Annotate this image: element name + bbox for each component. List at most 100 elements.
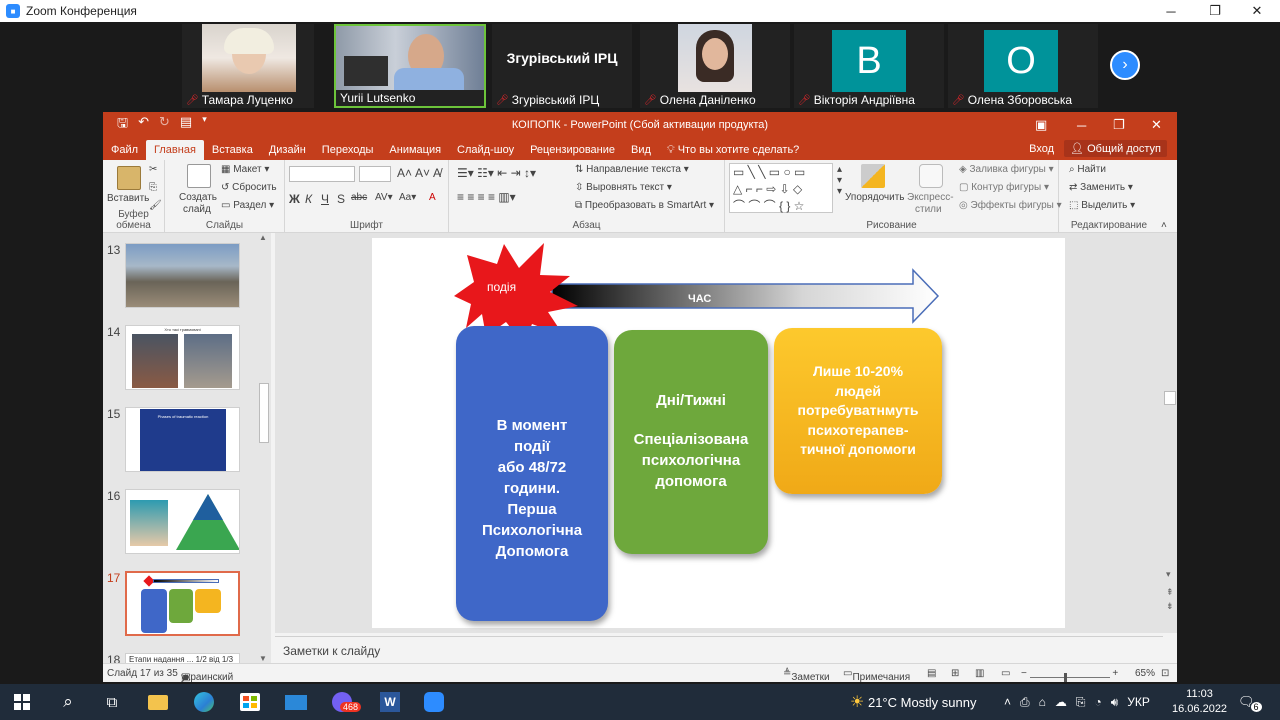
tell-me-search[interactable]: 💡︎ Что вы хотите сделать? xyxy=(659,140,807,160)
task-view-icon[interactable]: ⧉ xyxy=(100,690,124,714)
participant-tile[interactable]: 🎤︎ Олена Даніленко xyxy=(640,24,790,108)
sorter-view-icon[interactable]: ⊞ xyxy=(951,668,959,679)
restore-icon[interactable]: ❐ xyxy=(1113,112,1125,138)
replace-button[interactable]: ⇄ Заменить ▾ xyxy=(1069,182,1133,193)
font-size-input[interactable] xyxy=(359,166,391,182)
viber-icon[interactable]: 468 xyxy=(330,690,362,714)
store-icon[interactable] xyxy=(238,690,262,714)
slide-canvas[interactable]: подія ЧАС В момент події або 48/72 годин… xyxy=(372,238,1065,628)
participant-tile[interactable]: В 🎤︎ Вікторія Андріївна xyxy=(794,24,944,108)
tab-view[interactable]: Вид xyxy=(623,140,659,160)
close-icon[interactable]: ✕ xyxy=(1234,0,1280,22)
clock[interactable]: 11:03 16.06.2022 xyxy=(1172,684,1227,720)
edge-icon[interactable] xyxy=(192,690,216,714)
comments-button[interactable]: ▭ Примечания xyxy=(843,668,910,683)
tab-home[interactable]: Главная xyxy=(146,140,204,160)
close-icon[interactable]: ✕ xyxy=(1151,112,1162,138)
grow-font-icon[interactable]: A˄ xyxy=(397,166,412,180)
search-icon[interactable]: ⌕ xyxy=(56,690,80,714)
ribbon-display-icon[interactable]: ▣ xyxy=(1035,112,1047,138)
tab-slideshow[interactable]: Слайд-шоу xyxy=(449,140,522,160)
participant-tile-active[interactable]: Yurii Lutsenko xyxy=(334,24,486,108)
onedrive-icon[interactable]: ☁ xyxy=(1055,695,1067,709)
font-name-input[interactable] xyxy=(289,166,355,182)
next-participants-button[interactable]: › xyxy=(1110,50,1140,80)
share-button[interactable]: 👤︎ Общий доступ xyxy=(1064,140,1167,157)
tab-review[interactable]: Рецензирование xyxy=(522,140,623,160)
box-psychotherapy[interactable]: Лише 10-20% людей потребуватнмуть психот… xyxy=(774,328,942,494)
strikethrough-button[interactable]: abc xyxy=(351,192,367,203)
select-button[interactable]: ⬚ Выделить ▾ xyxy=(1069,200,1135,211)
windows-start-icon[interactable] xyxy=(10,690,34,714)
notes-pane[interactable]: Заметки к слайду xyxy=(275,636,1163,663)
find-button[interactable]: ⌕ Найти xyxy=(1069,164,1106,175)
slide-thumbnail[interactable]: 16 xyxy=(103,489,263,557)
tab-design[interactable]: Дизайн xyxy=(261,140,314,160)
underline-button[interactable]: Ч xyxy=(321,192,329,206)
wifi-icon[interactable]: ◔ xyxy=(1094,695,1101,709)
section-button[interactable]: ▭ Раздел ▾ xyxy=(221,200,274,211)
slideshow-view-icon[interactable]: ▭ xyxy=(1001,668,1010,679)
box-first-aid[interactable]: В момент події або 48/72 години. Перша П… xyxy=(456,326,608,621)
network-icon[interactable]: ⌂ xyxy=(1039,695,1046,709)
minimize-icon[interactable]: ─ xyxy=(1077,112,1086,138)
word-icon[interactable]: W xyxy=(378,690,402,714)
language-indicator[interactable]: УКР xyxy=(1127,695,1150,709)
collapse-ribbon-icon[interactable]: ˄ xyxy=(1161,220,1167,231)
align-icons[interactable]: ≡ ≡ ≡ ≡ ▥▾ xyxy=(457,190,516,204)
gallery-scroll-icon[interactable]: ▴ ▾ ▾ xyxy=(837,164,842,197)
cut-icon[interactable]: ✂ xyxy=(149,164,157,175)
zoom-slider[interactable]: − + xyxy=(1021,668,1118,682)
bullets-icon[interactable]: ☰▾ ☷▾ ⇤ ⇥ ↕▾ xyxy=(457,166,536,180)
font-color-icon[interactable]: A xyxy=(429,192,436,203)
shape-fill-button[interactable]: ◈ Заливка фигуры ▾ xyxy=(959,164,1054,175)
text-direction-button[interactable]: ⇅ Направление текста ▾ xyxy=(575,164,689,175)
clear-format-icon[interactable]: A̸ xyxy=(433,166,441,180)
quick-styles-button[interactable]: Экспресс- xyxy=(907,192,954,203)
normal-view-icon[interactable]: ▤ xyxy=(927,668,936,679)
fit-slide-icon[interactable]: ⊡ xyxy=(1161,668,1169,679)
chevron-up-icon[interactable]: ˄ xyxy=(1004,695,1011,709)
thumbnails-scrollbar[interactable]: ▲ ▼ xyxy=(257,233,271,663)
printer-icon[interactable]: ⎘ xyxy=(1076,695,1086,710)
char-spacing-icon[interactable]: AV▾ xyxy=(375,192,393,203)
tab-transitions[interactable]: Переходы xyxy=(314,140,382,160)
weather-widget[interactable]: ☀ 21°C Mostly sunny xyxy=(850,684,977,720)
shape-effects-button[interactable]: ◎ Эффекты фигуры ▾ xyxy=(959,200,1062,211)
notifications-button[interactable]: 🗨︎ 6 xyxy=(1238,684,1262,720)
participant-tile[interactable]: Згурівський ІРЦ 🎤︎ Згурівський ІРЦ xyxy=(492,24,632,108)
tab-file[interactable]: Файл xyxy=(103,140,146,160)
tab-animations[interactable]: Анимация xyxy=(381,140,449,160)
paste-button[interactable]: Вставить xyxy=(107,193,149,204)
shapes-gallery[interactable]: ▭ ╲ ╲ ▭ ○ ▭ △ ⌐ ⌐ ⇨ ⇩ ◇ ⌒ ⌒ ⌒ { } ☆ xyxy=(729,163,833,213)
tab-insert[interactable]: Вставка xyxy=(204,140,261,160)
bold-button[interactable]: Ж xyxy=(289,192,300,206)
participant-tile[interactable]: О 🎤︎ Олена Зборовська xyxy=(948,24,1098,108)
convert-smartart-button[interactable]: ⧉ Преобразовать в SmartArt ▾ xyxy=(575,200,714,211)
slide-thumbnail[interactable]: 15 Phases of traumatic reaction xyxy=(103,407,263,475)
shape-outline-button[interactable]: ▢ Контур фигуры ▾ xyxy=(959,182,1049,193)
meet-now-icon[interactable]: ⎙ xyxy=(1020,695,1030,710)
sign-in-link[interactable]: Вход xyxy=(1029,143,1054,155)
slide-thumbnail[interactable]: 13 xyxy=(103,243,263,311)
reading-view-icon[interactable]: ▥ xyxy=(975,668,984,679)
notes-button[interactable]: ≜ Заметки xyxy=(783,668,830,683)
slide-thumbnail-selected[interactable]: 17 xyxy=(103,571,263,639)
arrange-button[interactable]: Упорядочить xyxy=(845,192,905,203)
paste-icon[interactable] xyxy=(117,166,141,190)
new-slide-icon[interactable] xyxy=(187,164,211,188)
copy-icon[interactable]: ⎘ xyxy=(149,182,157,193)
zoom-app-icon[interactable] xyxy=(422,690,446,714)
quick-styles-icon[interactable] xyxy=(919,164,943,188)
reset-button[interactable]: ↺ Сбросить xyxy=(221,182,277,193)
minimize-icon[interactable]: ─ xyxy=(1148,0,1194,22)
participant-tile[interactable]: 🎤︎ Тамара Луценко xyxy=(182,24,314,108)
layout-button[interactable]: ▦ Макет ▾ xyxy=(221,164,269,175)
slide-scrollbar[interactable]: ▾ ⇞ ⇟ xyxy=(1163,233,1177,633)
mail-icon[interactable] xyxy=(284,690,308,714)
slide-thumbnail[interactable]: 18 Етапи надання ... 1/2 від 1/3 xyxy=(103,653,263,663)
zoom-level[interactable]: 65% xyxy=(1135,668,1155,679)
box-specialized-help[interactable]: Дні/Тижні Спеціалізована психологічна до… xyxy=(614,330,768,554)
arrange-icon[interactable] xyxy=(861,164,885,188)
shadow-button[interactable]: S xyxy=(337,192,345,206)
